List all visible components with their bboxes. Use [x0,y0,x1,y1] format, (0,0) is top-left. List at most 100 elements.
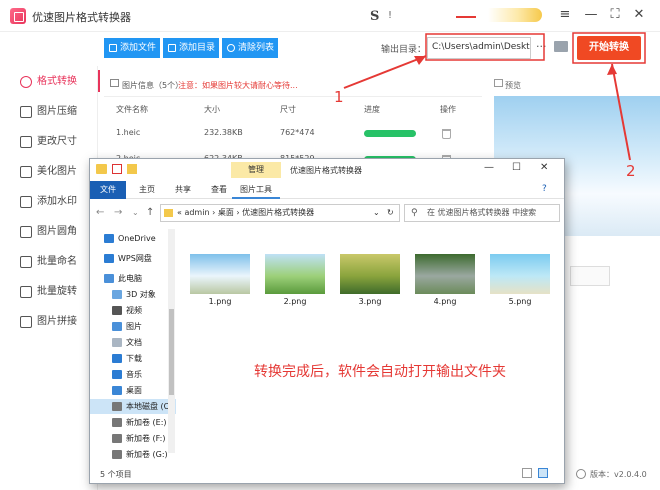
file-thumbnail-name[interactable]: 3.png [340,297,400,306]
explorer-minimize-button[interactable]: — [484,162,494,173]
tree-item-label: WPS网盘 [118,254,152,263]
tree-item[interactable]: WPS网盘 [90,251,176,266]
sidebar-item-label: 美化图片 [37,166,77,177]
brand-suffix: ! [388,10,393,21]
output-dir-label: 输出目录： [381,45,427,55]
tree-item[interactable]: 新加卷 (G:) [90,447,176,462]
file-thumbnail[interactable] [190,254,250,294]
sidebar-item-label: 批量命名 [37,256,77,267]
file-thumbnail-name[interactable]: 1.png [190,297,250,306]
file-thumbnail[interactable] [415,254,475,294]
drive-icon [112,434,122,443]
add-file-button[interactable]: 添加文件 [104,38,161,58]
file-thumbnail[interactable] [490,254,550,294]
refresh-icon[interactable]: ↻ [387,205,394,221]
sidebar-item-4[interactable]: 美化图片 [0,157,97,187]
sidebar-item-9[interactable]: 图片拼接 [0,307,97,337]
tree-item[interactable]: 文档 [90,335,176,350]
tab-home[interactable]: 主页 [130,181,164,199]
back-icon[interactable]: ← [96,207,104,218]
explorer-close-button[interactable]: ✕ [540,162,548,173]
add-file-icon [109,44,117,52]
tree-item[interactable]: 图片 [90,319,176,334]
menu-icon[interactable]: ≡ [556,6,574,24]
sidebar-item-label: 图片圆角 [37,226,77,237]
file-thumbnail[interactable] [340,254,400,294]
minimize-button[interactable]: — [582,6,600,24]
cloud-icon [104,234,114,243]
sidebar-item-8[interactable]: 批量旋转 [0,277,97,307]
tree-item[interactable]: 音乐 [90,367,176,382]
tree-item[interactable]: 新加卷 (E:) [90,415,176,430]
maximize-button[interactable]: ⛶ [606,6,624,24]
version-icon [576,469,586,479]
delete-icon[interactable] [442,129,451,139]
tree-item[interactable]: OneDrive [90,231,176,246]
tree-scrollbar-thumb[interactable] [169,309,174,395]
details-view-icon[interactable] [522,468,532,478]
clear-list-button[interactable]: 清除列表 [222,38,279,58]
properties-icon[interactable] [112,164,122,174]
forward-icon[interactable]: → [114,207,122,218]
sidebar-item-1[interactable]: 格式转换 [0,67,97,97]
close-button[interactable]: ✕ [630,6,648,24]
files-header-title: 图片信息（5个） [122,81,184,90]
up-icon[interactable]: ↑ [146,207,154,218]
version-label: 版本：v2.0.4.0 [590,470,647,479]
open-folder-icon[interactable] [554,41,568,52]
help-icon[interactable]: ? [542,184,547,194]
tree-item[interactable]: 下载 [90,351,176,366]
file-dims: 762*474 [280,128,315,137]
search-input[interactable]: ⚲ 在 优速图片格式转换器 中搜索 [404,204,560,222]
sidebar-item-3[interactable]: 更改尺寸 [0,127,97,157]
new-folder-icon[interactable] [127,164,137,174]
sidebar-item-label: 批量旋转 [37,286,77,297]
address-bar[interactable]: « admin › 桌面 › 优速图片格式转换器 ⌄ ↻ [160,204,400,222]
folder-icon [96,164,107,174]
tree-item-label: 新加卷 (G:) [126,450,168,459]
breadcrumb-admin[interactable]: admin [184,208,209,217]
file-thumbnail-name[interactable]: 4.png [415,297,475,306]
tab-share[interactable]: 共享 [166,181,200,199]
address-dropdown-icon[interactable]: ⌄ [373,205,380,221]
divider [104,96,482,97]
tab-file[interactable]: 文件 [90,181,126,199]
sidebar-item-6[interactable]: 图片圆角 [0,217,97,247]
member-badge[interactable] [482,8,542,22]
sidebar-item-icon [20,166,32,178]
tab-view[interactable]: 查看 [202,181,236,199]
breadcrumb-current[interactable]: 优速图片格式转换器 [242,208,314,217]
tree-item[interactable]: 本地磁盘 (C [90,399,176,414]
app-logo-icon [10,8,26,24]
search-icon: ⚲ [411,208,418,218]
tree-item[interactable]: 3D 对象 [90,287,176,302]
tree-item[interactable]: 视频 [90,303,176,318]
file-thumbnail-name[interactable]: 2.png [265,297,325,306]
file-thumbnail[interactable] [265,254,325,294]
navigation-tree: OneDrive WPS网盘此电脑 3D 对象 视频 图片 文档下载音乐 桌面 本地磁盘 (C… [90,227,176,463]
explorer-maximize-button[interactable]: ☐ [512,162,521,173]
add-folder-button[interactable]: 添加目录 [163,38,220,58]
file-thumbnail-name[interactable]: 5.png [490,297,550,306]
history-chevron-icon[interactable]: ⌄ [132,208,139,217]
col-dims: 尺寸 [280,105,296,114]
tab-picture-tools[interactable]: 图片工具 [232,181,280,199]
tree-item[interactable]: 新加卷 (F:) [90,431,176,446]
tree-item[interactable]: 桌面 [90,383,176,398]
output-dir-input[interactable]: C:\Users\admin\Deskto [427,37,531,59]
settings-select[interactable] [570,266,610,286]
large-icons-view-icon[interactable] [538,468,548,478]
output-dir-more-button[interactable]: ··· [536,40,547,53]
tree-item-label: OneDrive [118,234,156,243]
sidebar-item-5[interactable]: 添加水印 [0,187,97,217]
tree-item-label: 此电脑 [118,274,142,283]
tree-item[interactable]: 此电脑 [90,271,176,286]
sidebar-item-2[interactable]: 图片压缩 [0,97,97,127]
sidebar-item-label: 更改尺寸 [37,136,77,147]
computer-icon [104,274,114,283]
start-convert-button[interactable]: 开始转换 [577,36,641,60]
drive-icon [112,418,122,427]
breadcrumb-desktop[interactable]: 桌面 [218,208,234,217]
sidebar-item-7[interactable]: 批量命名 [0,247,97,277]
tree-item-label: 下载 [126,354,142,363]
